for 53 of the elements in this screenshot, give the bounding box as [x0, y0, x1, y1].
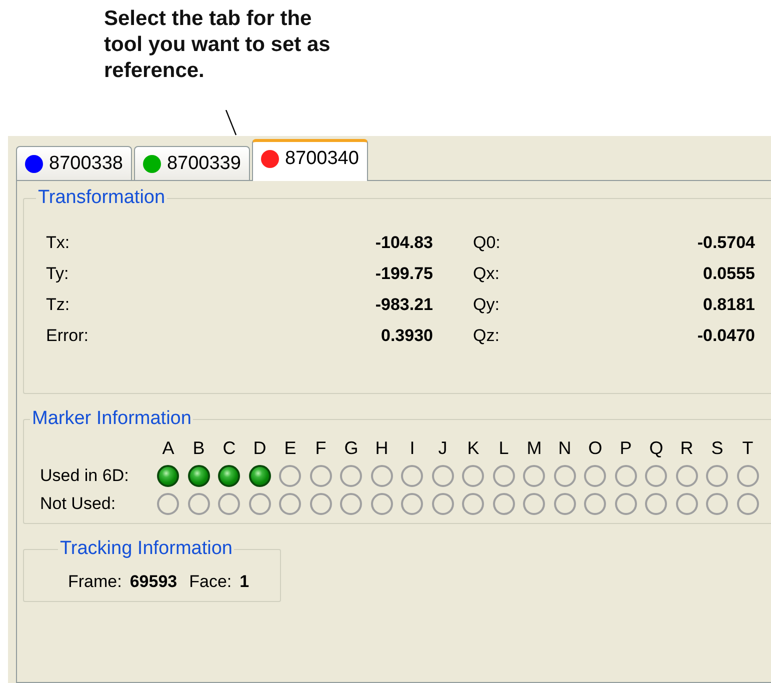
- field-label: Tx:: [46, 233, 71, 253]
- field-label: Qz:: [472, 326, 500, 346]
- group-title: Tracking Information: [59, 538, 234, 560]
- marker-letter: G: [343, 438, 360, 459]
- field-label: Frame:: [68, 572, 122, 592]
- field-label: Q0:: [472, 233, 502, 253]
- field-label: Tz:: [46, 295, 71, 315]
- tab[interactable]: 8700339: [134, 146, 250, 180]
- group-title: Transformation: [37, 187, 166, 209]
- marker-letter: H: [374, 438, 390, 459]
- marker-letter: M: [526, 438, 543, 459]
- leader-line: [225, 110, 239, 136]
- field-value: -0.5704: [696, 233, 755, 253]
- field-value: -104.83: [374, 233, 433, 253]
- field-label: Error:: [46, 326, 90, 346]
- field-value: -199.75: [374, 264, 433, 284]
- field-label: Qy:: [472, 295, 500, 315]
- field-value: -0.0470: [696, 326, 755, 346]
- marker-letter: J: [437, 438, 448, 459]
- tab[interactable]: 8700338: [16, 146, 132, 180]
- tab[interactable]: 8700340: [252, 139, 368, 181]
- field-label: Qx:: [472, 264, 500, 284]
- marker-letter: E: [283, 438, 298, 459]
- marker-letter: K: [466, 438, 480, 459]
- marker-letter: Q: [648, 438, 664, 459]
- marker-letter: I: [408, 438, 416, 459]
- field-value: 69593: [130, 572, 178, 592]
- group-title: Marker Information: [31, 408, 192, 430]
- marker-letter: S: [710, 438, 724, 459]
- marker-letter: P: [618, 438, 633, 459]
- marker-letter: N: [557, 438, 572, 459]
- marker-letter: A: [161, 438, 176, 459]
- field-value: 0.3930: [380, 326, 433, 346]
- marker-letter: T: [741, 438, 754, 459]
- tab-label[interactable]: 8700339: [166, 152, 241, 174]
- marker-letter: R: [679, 438, 694, 459]
- callout-text: Select the tab for the tool you want to set as reference.: [104, 6, 332, 84]
- field-value: 0.0555: [702, 264, 755, 284]
- field-value: -983.21: [374, 295, 433, 315]
- marker-letter: C: [222, 438, 237, 459]
- marker-letter: D: [252, 438, 268, 459]
- tab-label[interactable]: 8700340: [284, 148, 359, 170]
- marker-letter: L: [498, 438, 510, 459]
- field-value: 1: [240, 572, 250, 592]
- field-value: 0.8181: [702, 295, 755, 315]
- row-label: Used in 6D:: [40, 466, 130, 486]
- marker-letter: O: [587, 438, 604, 459]
- marker-letter: F: [314, 438, 328, 459]
- row-label: Not Used:: [40, 494, 117, 514]
- field-label: Face:: [189, 572, 232, 592]
- marker-letter: B: [192, 438, 206, 459]
- field-label: Ty:: [46, 264, 70, 284]
- tab-label[interactable]: 8700338: [49, 152, 123, 174]
